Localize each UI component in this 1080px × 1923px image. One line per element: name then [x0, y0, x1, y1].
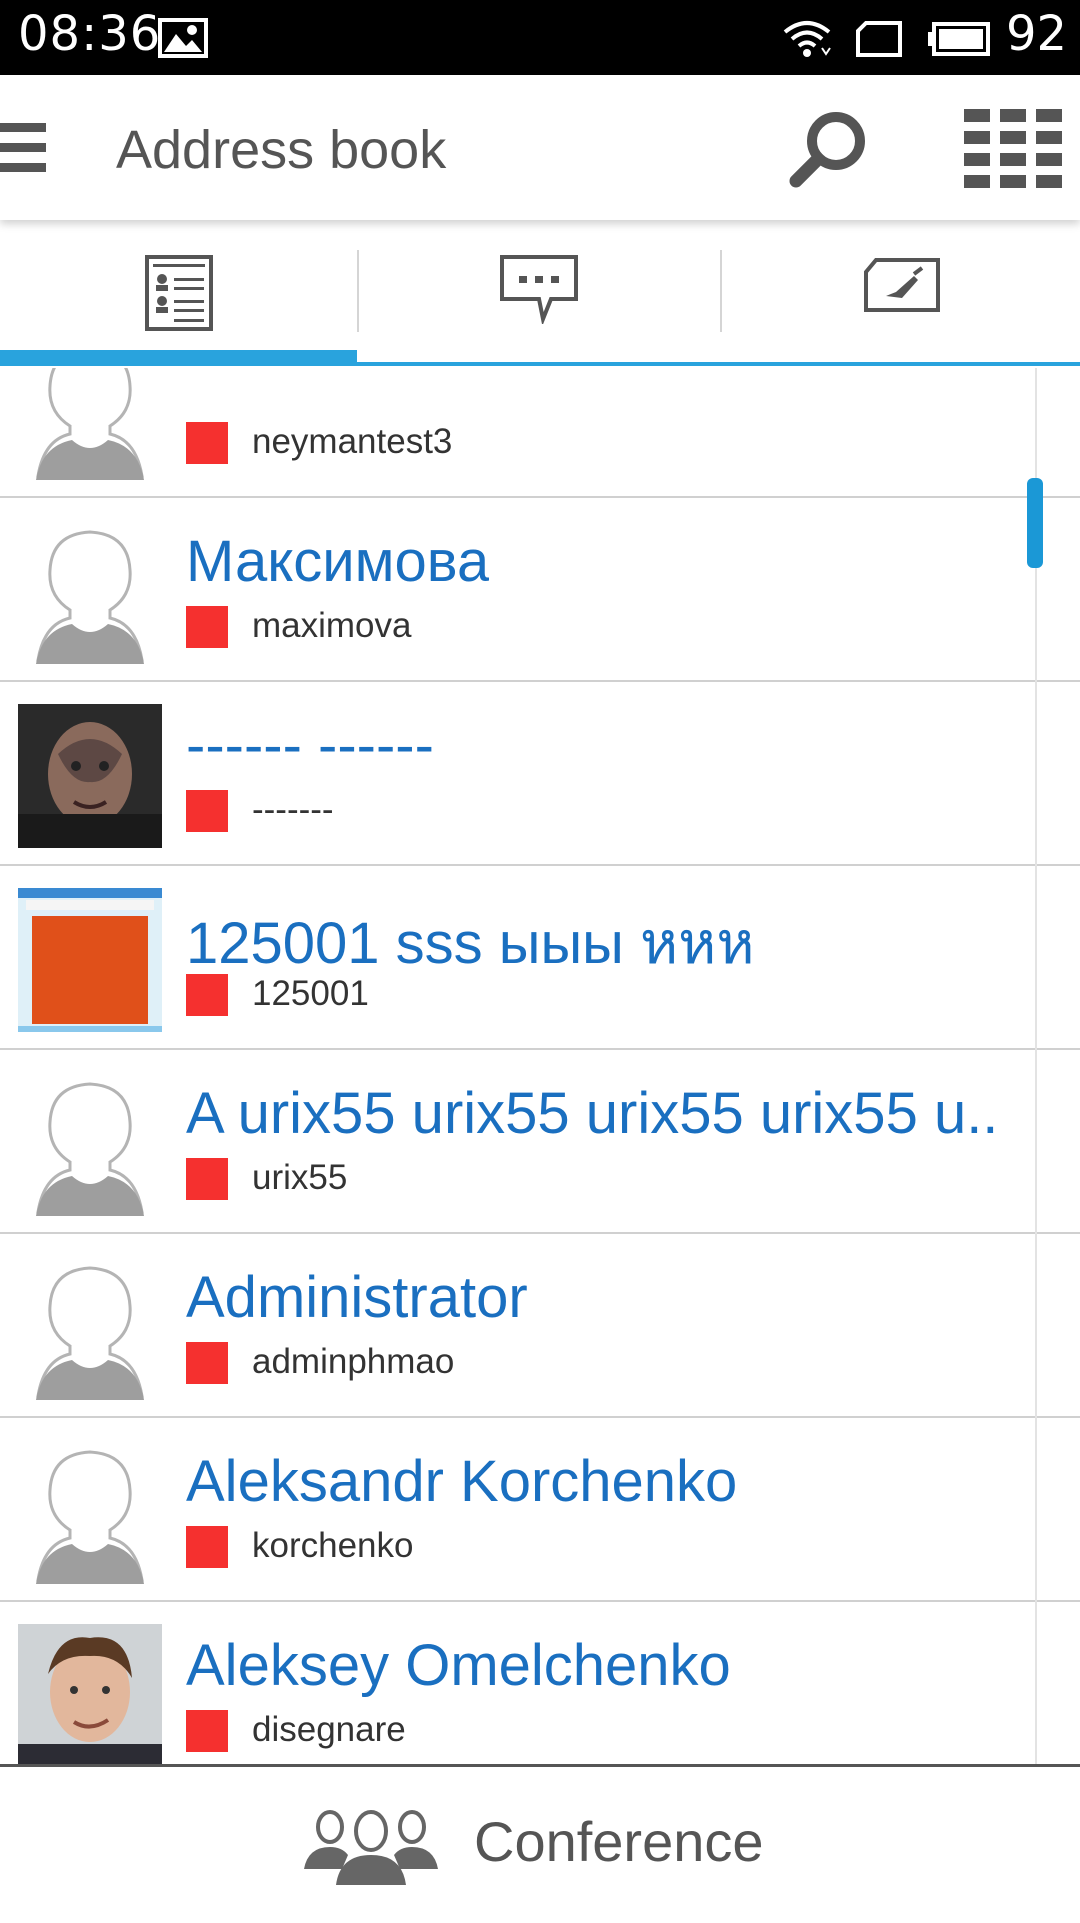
- list-divider-line: [1035, 368, 1037, 1764]
- contact-login: neymantest3: [252, 422, 453, 461]
- status-indicator: [186, 1158, 228, 1200]
- status-indicator: [186, 606, 228, 648]
- contact-row[interactable]: Aleksandr Korchenko korchenko: [0, 1420, 1080, 1602]
- page-title: Address book: [116, 120, 447, 180]
- avatar-placeholder-icon: [18, 520, 162, 664]
- contacts-icon: [144, 255, 213, 331]
- contact-row[interactable]: 125001 sss ыыы หหห 125001: [0, 868, 1080, 1050]
- tab-divider: [357, 250, 359, 332]
- avatar-placeholder-icon: [18, 368, 162, 480]
- conference-label: Conference: [474, 1810, 764, 1873]
- contact-login: 125001: [252, 974, 369, 1013]
- tab-call-history[interactable]: [723, 228, 1080, 358]
- contact-name: Administrator: [186, 1265, 528, 1330]
- contact-row[interactable]: Administrator adminphmao: [0, 1236, 1080, 1418]
- contact-list[interactable]: Alex Bod...Aleksey OmelchenkodisegnareAl…: [0, 368, 1080, 1764]
- contact-name: A urix55 urix55 urix55 urix55 u..: [186, 1081, 999, 1146]
- conference-icon: [304, 1810, 438, 1885]
- avatar-placeholder-icon: [18, 1072, 162, 1216]
- avatar-placeholder-icon: [18, 1440, 162, 1584]
- status-time: 08:36: [18, 6, 162, 62]
- contact-login: adminphmao: [252, 1342, 455, 1381]
- status-indicator: [186, 1526, 228, 1568]
- status-indicator: [186, 422, 228, 464]
- contact-name: Максимова: [186, 529, 490, 594]
- avatar-placeholder-icon: [18, 1256, 162, 1400]
- contact-name: Aleksey Omelchenko: [186, 1633, 731, 1698]
- avatar: [18, 1624, 162, 1764]
- contact-row[interactable]: A urix55 urix55 urix55 urix55 u.. urix55: [0, 1052, 1080, 1234]
- tab-contacts[interactable]: [0, 228, 357, 358]
- contact-row[interactable]: Максимова maximova: [0, 500, 1080, 682]
- tab-bar: [0, 228, 1080, 368]
- scrollbar-thumb[interactable]: [1027, 478, 1043, 568]
- app-bar: Address book: [0, 75, 1080, 220]
- contact-login: disegnare: [252, 1710, 406, 1749]
- contact-name: ------ ------: [186, 713, 434, 778]
- sim-icon: [856, 21, 902, 57]
- avatar: [18, 888, 162, 1032]
- dialpad-icon[interactable]: [960, 105, 1066, 193]
- status-indicator: [186, 790, 228, 832]
- status-indicator: [186, 974, 228, 1016]
- active-tab-indicator: [0, 350, 357, 366]
- avatar: [18, 704, 162, 848]
- contact-login: urix55: [252, 1158, 348, 1197]
- contact-name: Aleksandr Korchenko: [186, 1449, 738, 1514]
- wifi-icon: [783, 21, 831, 57]
- tab-chats[interactable]: [360, 228, 717, 358]
- menu-icon[interactable]: [0, 117, 48, 177]
- status-indicator: [186, 1710, 228, 1752]
- contact-login: -------: [252, 790, 334, 829]
- chat-icon: [499, 255, 578, 324]
- contact-row[interactable]: Aleksey Omelchenko disegnare: [0, 1604, 1080, 1764]
- contact-row[interactable]: ------ ------ -------: [0, 684, 1080, 866]
- image-notification-icon: [158, 18, 208, 58]
- battery-icon: [928, 22, 990, 56]
- call-history-icon: [863, 258, 940, 312]
- status-indicator: [186, 1342, 228, 1384]
- battery-level: 92: [1006, 6, 1068, 62]
- contact-login: maximova: [252, 606, 412, 645]
- conference-button[interactable]: Conference: [0, 1764, 1080, 1923]
- tab-divider: [720, 250, 722, 332]
- contact-login: korchenko: [252, 1526, 414, 1565]
- contact-row[interactable]: neymantest3: [0, 368, 1080, 498]
- status-bar: 08:36 92: [0, 0, 1080, 75]
- search-icon[interactable]: [784, 105, 874, 195]
